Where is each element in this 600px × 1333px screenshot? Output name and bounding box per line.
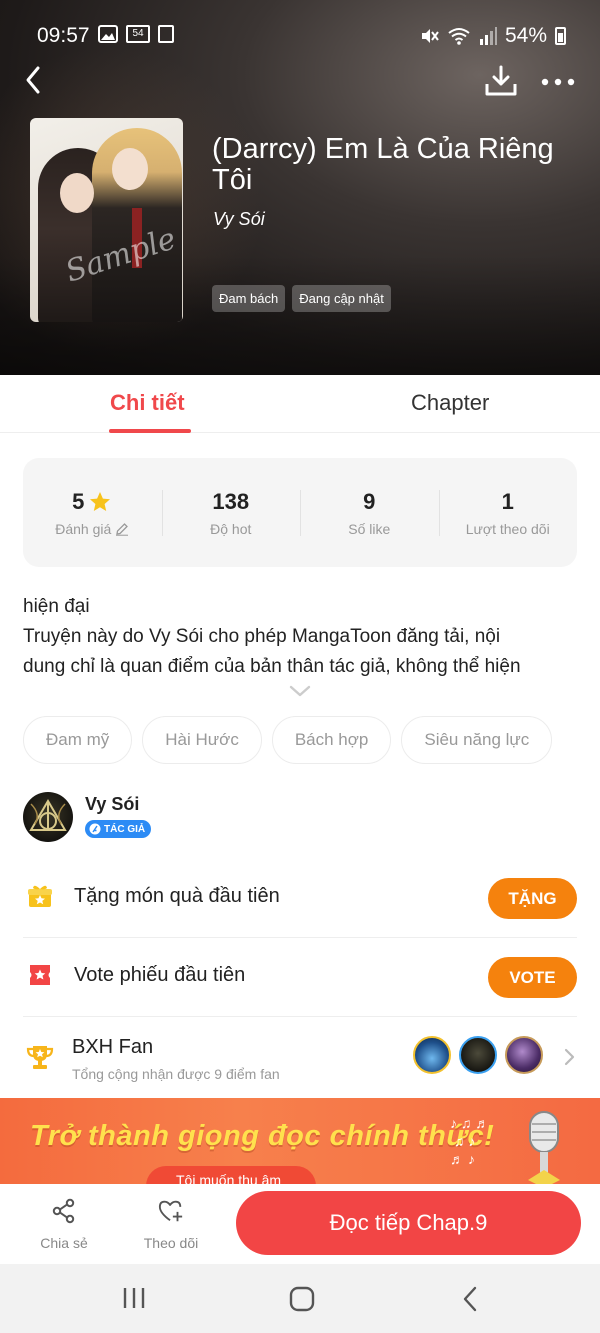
fan-avatar: [459, 1036, 497, 1074]
continue-reading-button[interactable]: Đọc tiếp Chap.9: [236, 1191, 581, 1255]
gift-button[interactable]: TẶNG: [488, 878, 577, 919]
rating-label: Đánh giá: [55, 521, 112, 537]
follow-button[interactable]: Theo dõi: [126, 1198, 216, 1251]
fan-avatar: [413, 1036, 451, 1074]
bottom-action-bar: Chia sẻ Theo dõi Đọc tiếp Chap.9: [0, 1184, 600, 1264]
voice-actor-banner[interactable]: Trở thành giọng đọc chính thức! ♪ ♫ ♬ ♫ …: [0, 1098, 600, 1188]
book-title: (Darrcy) Em Là Của Riêng Tôi: [212, 133, 554, 196]
banner-title: Trở thành giọng đọc chính thức!: [30, 1120, 495, 1152]
home-icon[interactable]: [289, 1286, 315, 1312]
share-icon: [52, 1198, 75, 1224]
author-avatar[interactable]: [23, 792, 73, 842]
top-fans: [413, 1036, 543, 1074]
book-tags: Đam bách Đang cập nhật: [212, 285, 391, 312]
back-arrow-icon: [26, 66, 40, 94]
description-line: Truyện này do Vy Sói cho phép MangaToon …: [23, 626, 501, 647]
app-notification-icon: [158, 25, 174, 43]
wifi-icon: [448, 28, 470, 45]
vote-text: Vote phiếu đầu tiên: [74, 964, 246, 986]
vote-row: Vote phiếu đầu tiên VOTE: [23, 938, 577, 1017]
description-line: dung chỉ là quan điểm của bản thân tác g…: [23, 656, 521, 677]
fan-ranking-row[interactable]: BXH Fan Tổng cộng nhận được 9 điểm fan: [23, 1022, 577, 1094]
share-button[interactable]: Chia sẻ: [19, 1198, 109, 1251]
more-dots-icon: [541, 78, 575, 86]
genre-chip[interactable]: Bách hợp: [271, 716, 392, 764]
fan-ranking-title: BXH Fan: [72, 1036, 154, 1058]
likes-value: 9: [363, 489, 376, 514]
chevron-down-icon: [289, 685, 311, 697]
music-notes-decoration: ♪ ♫ ♬ ♫ ♪ ♬ ♪: [450, 1115, 490, 1167]
status-bar: 09:57 54 54%: [0, 18, 600, 54]
author-badge-label: TÁC GIẢ: [104, 823, 146, 835]
genre-chip[interactable]: Đam mỹ: [23, 716, 133, 764]
description-line: hiện đại: [23, 596, 90, 617]
app-root: 09:57 54 54% Sample (Darrcy) Em Là Của R…: [0, 0, 600, 1333]
quill-icon: [89, 823, 101, 835]
expand-description-button[interactable]: [288, 684, 312, 698]
vote-button[interactable]: VOTE: [488, 957, 577, 998]
share-label: Chia sẻ: [40, 1235, 88, 1251]
chevron-right-icon: [564, 1048, 575, 1066]
edit-pencil-icon: [116, 523, 129, 536]
heart-plus-icon: [158, 1200, 183, 1222]
download-icon: [485, 65, 517, 96]
tab-details[interactable]: Chi tiết: [110, 390, 185, 416]
author-name[interactable]: Vy Sói: [85, 794, 139, 815]
download-button[interactable]: [484, 64, 518, 98]
battery-percent: 54%: [504, 24, 547, 47]
stat-likes: 9 Số like: [300, 458, 439, 567]
hot-value: 138: [212, 489, 250, 514]
book-cover-image: Sample: [30, 118, 183, 322]
genre-chip[interactable]: Hài Hước: [142, 716, 262, 764]
stats-panel: 5 Đánh giá 138 Độ hot 9 Số like 1 Lượt t…: [23, 458, 577, 567]
author-badge: TÁC GIẢ: [85, 820, 152, 838]
app-notification-badge: 54: [126, 25, 150, 43]
tag-status: Đang cập nhật: [292, 285, 391, 312]
microphone-icon: [528, 1111, 560, 1188]
mute-icon: [421, 29, 439, 43]
back-button[interactable]: [20, 60, 50, 100]
likes-label: Số like: [348, 521, 391, 537]
followers-value: 1: [501, 489, 514, 514]
followers-label: Lượt theo dõi: [465, 521, 550, 537]
gift-icon: [28, 885, 52, 907]
fan-ranking-subtitle: Tổng cộng nhận được 9 điểm fan: [72, 1066, 280, 1082]
gift-text: Tặng món quà đầu tiên: [74, 885, 280, 907]
more-options-button[interactable]: [540, 70, 576, 94]
system-navigation-bar: [0, 1264, 600, 1333]
battery-icon: [555, 27, 566, 45]
tab-bar: Chi tiết Chapter: [0, 375, 600, 433]
rating-value: 5: [72, 489, 85, 514]
stat-hot: 138 Độ hot: [161, 458, 301, 567]
system-back-icon[interactable]: [460, 1286, 480, 1312]
stat-followers: 1 Lượt theo dõi: [438, 458, 578, 567]
book-description: hiện đại Truyện này do Vy Sói cho phép M…: [23, 592, 583, 682]
book-author[interactable]: Vy Sói: [213, 209, 265, 230]
gift-row: Tặng món quà đầu tiên TẶNG: [23, 859, 577, 938]
trophy-icon: [26, 1046, 54, 1069]
active-tab-indicator: [109, 429, 191, 433]
genre-chips: Đam mỹ Hài Hước Bách hợp Siêu năng lực: [23, 716, 553, 764]
author-profile-row[interactable]: Vy Sói TÁC GIẢ: [23, 792, 577, 842]
status-time: 09:57: [37, 24, 90, 47]
genre-chip[interactable]: Siêu năng lực: [401, 716, 553, 764]
hot-label: Độ hot: [210, 521, 252, 537]
signal-icon: [479, 27, 497, 45]
tab-chapter[interactable]: Chapter: [411, 390, 489, 416]
follow-label: Theo dõi: [143, 1235, 199, 1251]
book-header: 09:57 54 54% Sample (Darrcy) Em Là Của R…: [0, 0, 600, 375]
star-icon: [90, 492, 111, 511]
stat-rating[interactable]: 5 Đánh giá: [23, 458, 162, 567]
vote-ticket-icon: [30, 965, 50, 985]
recent-apps-icon[interactable]: [122, 1286, 146, 1310]
fan-avatar: [505, 1036, 543, 1074]
gallery-notification-icon: [98, 25, 118, 43]
tag-category: Đam bách: [212, 285, 286, 312]
